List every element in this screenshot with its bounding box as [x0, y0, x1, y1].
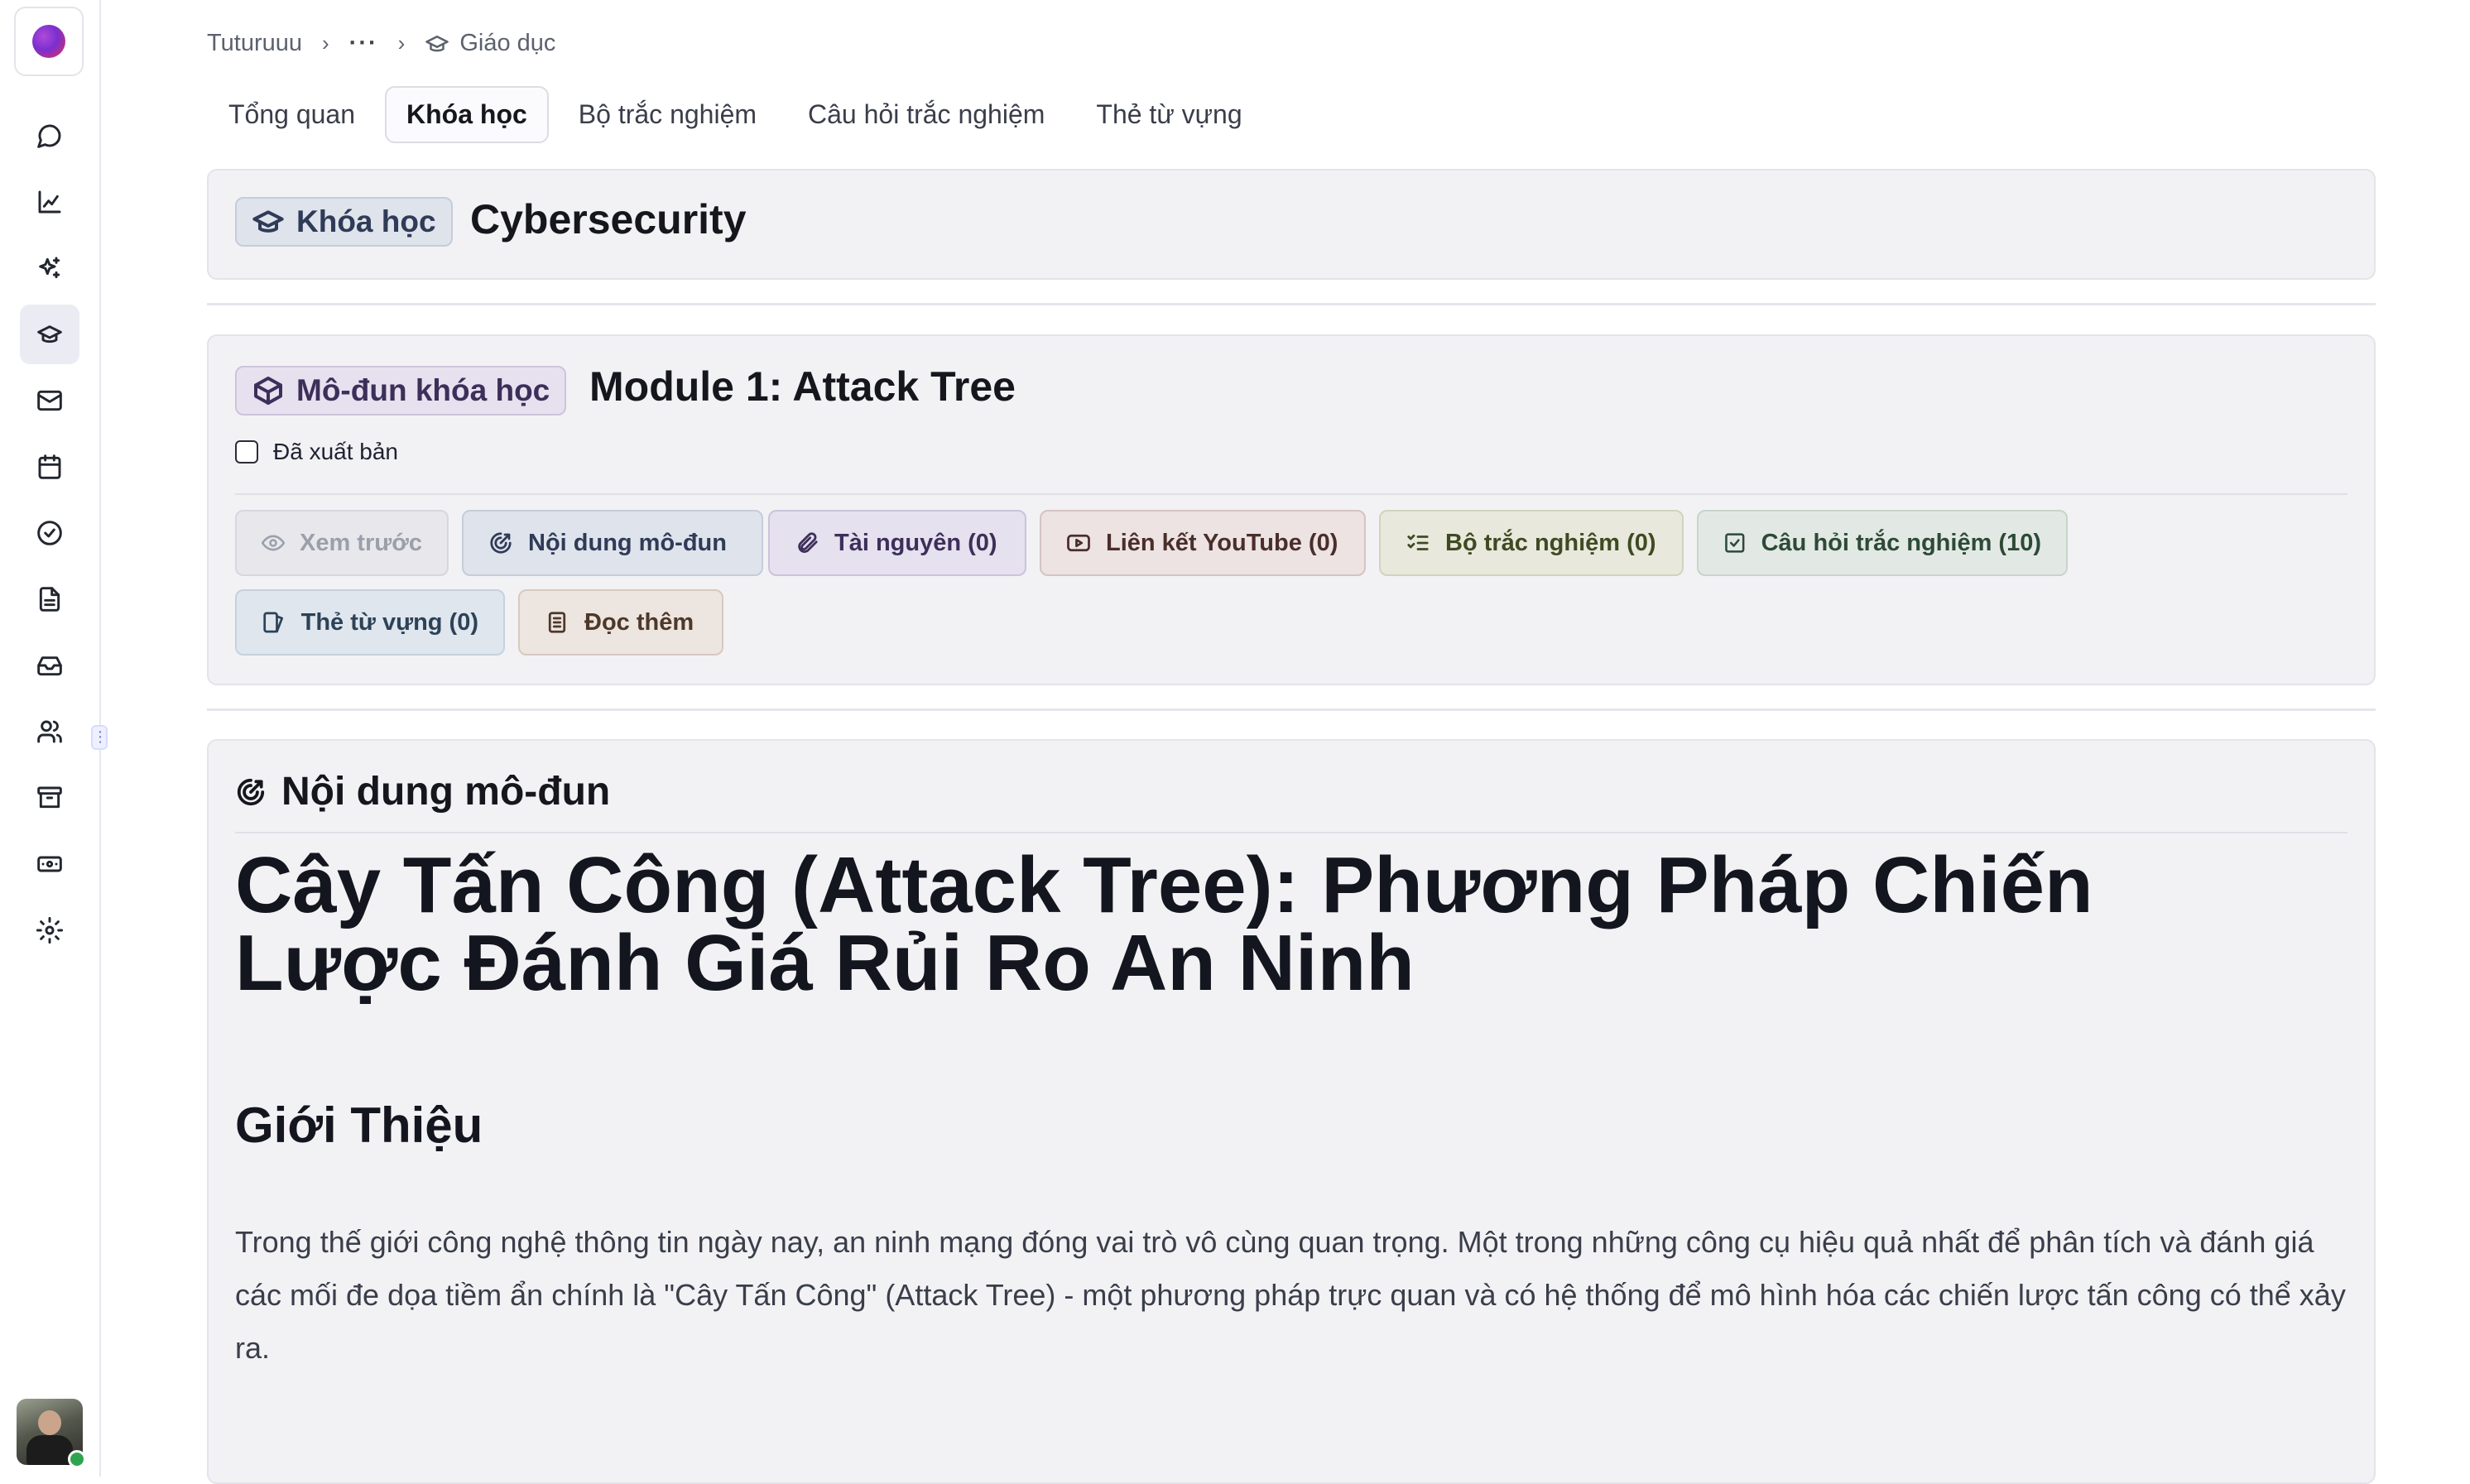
- breadcrumb-more[interactable]: ···: [349, 30, 378, 57]
- graduation-cap-icon: [252, 210, 284, 233]
- youtube-icon: [1067, 534, 1090, 552]
- sidebar-nav: [0, 106, 99, 967]
- mail-icon: [37, 390, 62, 411]
- course-badge-label: Khóa học: [296, 204, 436, 238]
- module-content-heading-text: Nội dung mô-đun: [281, 770, 611, 814]
- users-icon: [37, 720, 62, 743]
- breadcrumb: Tuturuuu › ··· › Giáo dục: [207, 25, 555, 61]
- article-title: Cây Tấn Công (Attack Tree): Phương Pháp …: [235, 841, 2093, 1007]
- quizzes-button[interactable]: Câu hỏi trắc nghiệm (10): [1697, 510, 2068, 576]
- module-card: Mô-đun khóa học Module 1: Attack Tree Đã…: [207, 334, 2376, 685]
- archive-icon: [37, 786, 62, 809]
- user-avatar[interactable]: [17, 1399, 86, 1468]
- preview-button[interactable]: Xem trước: [235, 510, 449, 576]
- sidebar-resize-handle[interactable]: ⋮: [91, 725, 108, 750]
- check-circle-icon: [37, 521, 62, 545]
- book-icon: [548, 612, 566, 633]
- calendar-icon: [38, 454, 61, 479]
- article-paragraph: Trong thế giới công nghệ thông tin ngày …: [235, 1225, 2346, 1365]
- divider: [207, 303, 2376, 305]
- module-badge: Mô-đun khóa học: [235, 366, 567, 415]
- online-status-dot: [68, 1450, 86, 1468]
- avatar-body: [26, 1435, 73, 1465]
- quizzes-label: Câu hỏi trắc nghiệm (10): [1761, 529, 2041, 556]
- sidebar-item-analytics[interactable]: [20, 172, 79, 232]
- tab-quiz-sets[interactable]: Bộ trắc nghiệm: [557, 86, 778, 143]
- ticket-icon: [37, 856, 62, 872]
- sidebar-item-chat[interactable]: [20, 106, 79, 166]
- chart-icon: [38, 190, 61, 214]
- chevron-right-icon: ›: [397, 30, 406, 55]
- module-content-label: Nội dung mô-đun: [528, 529, 727, 556]
- youtube-links-label: Liên kết YouTube (0): [1106, 529, 1338, 556]
- quiz-sets-button[interactable]: Bộ trắc nghiệm (0): [1379, 510, 1684, 576]
- document-icon: [39, 587, 60, 612]
- extra-reading-label: Đọc thêm: [584, 608, 694, 636]
- logo-orb-icon: [32, 25, 65, 58]
- module-content-heading: Nội dung mô-đun: [235, 769, 610, 814]
- sidebar-item-documents[interactable]: [20, 569, 79, 629]
- settings-icon: [36, 917, 63, 944]
- sidebar-item-users[interactable]: [20, 702, 79, 761]
- breadcrumb-root[interactable]: Tuturuuu: [207, 30, 302, 57]
- tab-courses[interactable]: Khóa học: [385, 86, 549, 143]
- course-header-card: Khóa học Cybersecurity: [207, 169, 2376, 280]
- youtube-links-button[interactable]: Liên kết YouTube (0): [1040, 510, 1366, 576]
- preview-label: Xem trước: [299, 529, 422, 556]
- sidebar-item-calendar[interactable]: [20, 437, 79, 497]
- sidebar-item-education[interactable]: [20, 305, 79, 364]
- chat-icon: [37, 124, 61, 148]
- sidebar-item-archive[interactable]: [20, 768, 79, 828]
- breadcrumb-current[interactable]: Giáo dục: [459, 30, 555, 57]
- course-badge: Khóa học: [235, 197, 453, 247]
- inbox-icon: [37, 656, 62, 676]
- module-badge-label: Mô-đun khóa học: [296, 373, 550, 407]
- tab-flashcards[interactable]: Thẻ từ vựng: [1074, 86, 1263, 143]
- quiz-sets-label: Bộ trắc nghiệm (0): [1445, 529, 1656, 556]
- published-label: Đã xuất bản: [273, 439, 398, 464]
- paperclip-icon: [798, 532, 818, 553]
- eye-icon: [262, 535, 285, 551]
- published-checkbox[interactable]: [235, 440, 258, 463]
- sidebar-item-tasks[interactable]: [20, 503, 79, 563]
- sparkles-icon: [39, 257, 60, 279]
- sidebar-item-billing[interactable]: [20, 834, 79, 894]
- graduation-cap-icon: [37, 325, 62, 343]
- published-row[interactable]: Đã xuất bản: [235, 439, 398, 465]
- sidebar-item-ai[interactable]: [20, 238, 79, 298]
- course-title: Cybersecurity: [470, 196, 747, 243]
- app-logo[interactable]: [14, 7, 84, 76]
- tab-bar: Tổng quan Khóa học Bộ trắc nghiệm Câu hỏ…: [207, 86, 1272, 143]
- module-content-button[interactable]: Nội dung mô-đun: [462, 510, 763, 576]
- sidebar-item-settings[interactable]: [20, 900, 79, 960]
- sidebar: [0, 0, 101, 1477]
- module-title: Module 1: Attack Tree: [589, 363, 1016, 410]
- goal-icon: [237, 778, 265, 805]
- sidebar-item-mail[interactable]: [20, 371, 79, 430]
- resources-label: Tài nguyên (0): [834, 529, 997, 556]
- article-section-title: Giới Thiệu: [235, 1097, 483, 1153]
- content-divider: [235, 832, 2347, 833]
- chevron-right-icon: ›: [322, 30, 329, 55]
- check-square-icon: [1725, 533, 1745, 553]
- graduation-cap-icon: [425, 30, 459, 57]
- cube-icon: [254, 377, 282, 405]
- resources-button[interactable]: Tài nguyên (0): [768, 510, 1026, 576]
- goal-icon: [490, 532, 512, 554]
- avatar-head: [38, 1410, 61, 1435]
- tab-overview[interactable]: Tổng quan: [207, 86, 377, 143]
- divider: [207, 708, 2376, 711]
- cards-icon: [263, 612, 284, 633]
- module-content-card: Nội dung mô-đun Cây Tấn Công (Attack Tre…: [207, 739, 2376, 1484]
- flashcards-button[interactable]: Thẻ từ vựng (0): [235, 589, 505, 656]
- extra-reading-button[interactable]: Đọc thêm: [518, 589, 723, 656]
- list-checks-icon: [1407, 534, 1429, 550]
- module-divider: [235, 493, 2347, 495]
- flashcards-label: Thẻ từ vựng (0): [300, 608, 478, 636]
- sidebar-item-inbox[interactable]: [20, 636, 79, 695]
- tab-quizzes[interactable]: Câu hỏi trắc nghiệm: [786, 86, 1066, 143]
